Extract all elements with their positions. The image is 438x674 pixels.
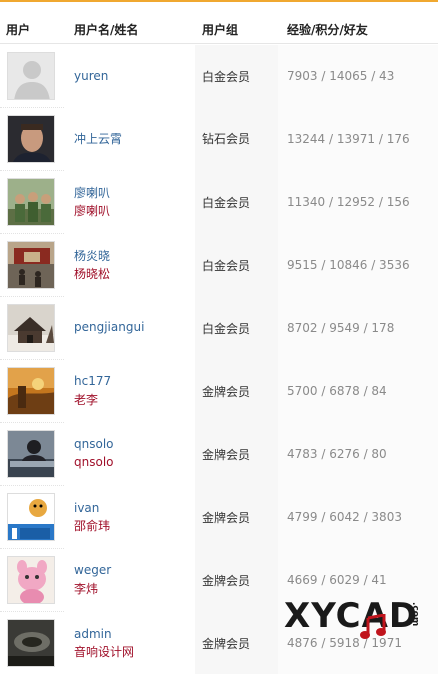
real-name: 李炜	[74, 582, 99, 596]
avatar[interactable]	[7, 241, 55, 289]
real-name: 老李	[74, 393, 99, 407]
real-name: qnsolo	[74, 455, 114, 469]
user-group: 金牌会员	[202, 448, 251, 462]
table-row: yuren 白金会员 7903 / 14065 / 43	[0, 45, 438, 108]
table-row: ivan 邵俞玮 金牌会员 4799 / 6042 / 3803	[0, 486, 438, 549]
header-name: 用户名/姓名	[74, 23, 139, 37]
real-name: 廖喇叭	[74, 204, 111, 218]
avatar[interactable]	[7, 178, 55, 226]
avatar[interactable]	[7, 52, 55, 100]
man-portrait-avatar-icon	[8, 116, 54, 162]
snowy-house-avatar-icon	[8, 305, 54, 351]
user-group: 金牌会员	[202, 574, 251, 588]
real-name: 邵俞玮	[74, 519, 111, 533]
user-stats: 4799 / 6042 / 3803	[287, 510, 402, 524]
table-row: 廖喇叭 廖喇叭 白金会员 11340 / 12952 / 156	[0, 171, 438, 234]
user-group: 白金会员	[202, 259, 251, 273]
user-stats: 7903 / 14065 / 43	[287, 69, 395, 83]
ivan-cartoon-avatar-icon	[8, 494, 54, 540]
user-group: 白金会员	[202, 70, 251, 84]
pink-cartoon-avatar-icon	[8, 557, 54, 603]
user-group: 金牌会员	[202, 637, 251, 651]
username-link[interactable]: ivan	[74, 501, 99, 515]
real-name: 杨晓松	[74, 267, 111, 281]
user-group: 白金会员	[202, 322, 251, 336]
user-stats: 9515 / 10846 / 3536	[287, 258, 410, 272]
avatar[interactable]	[7, 430, 55, 478]
user-stats: 8702 / 9549 / 178	[287, 321, 395, 335]
username-link[interactable]: 杨炎晓	[74, 247, 110, 264]
user-stats: 11340 / 12952 / 156	[287, 195, 410, 209]
table-row: 冲上云霄 钻石会员 13244 / 13971 / 176	[0, 108, 438, 171]
header-user: 用户	[6, 23, 31, 37]
table-row: hc177 老李 金牌会员 5700 / 6878 / 84	[0, 360, 438, 423]
user-stats: 4669 / 6029 / 41	[287, 573, 387, 587]
user-group: 钻石会员	[202, 132, 251, 146]
username-link[interactable]: 廖喇叭	[74, 184, 110, 201]
user-group: 金牌会员	[202, 385, 251, 399]
avatar[interactable]	[7, 304, 55, 352]
username-link[interactable]: admin	[74, 627, 112, 641]
avatar[interactable]	[7, 367, 55, 415]
square-crowd-avatar-icon	[8, 242, 54, 288]
username-link[interactable]: qnsolo	[74, 437, 114, 451]
real-name: 音响设计网	[74, 645, 135, 659]
user-stats: 5700 / 6878 / 84	[287, 384, 387, 398]
username-link[interactable]: 冲上云霄	[74, 130, 122, 147]
username-link[interactable]: hc177	[74, 374, 111, 388]
table-row: 杨炎晓 杨晓松 白金会员 9515 / 10846 / 3536	[0, 234, 438, 297]
avatar[interactable]	[7, 556, 55, 604]
avatar[interactable]	[7, 115, 55, 163]
user-stats: 4783 / 6276 / 80	[287, 447, 387, 461]
user-group: 白金会员	[202, 196, 251, 210]
sunset-landscape-avatar-icon	[8, 368, 54, 414]
table-row: pengjiangui 白金会员 8702 / 9549 / 178	[0, 297, 438, 360]
soldiers-photo-avatar-icon	[8, 179, 54, 225]
default-silhouette-avatar-icon	[8, 53, 54, 99]
avatar[interactable]	[7, 619, 55, 667]
dark-speaker-avatar-icon	[8, 620, 54, 666]
user-group: 金牌会员	[202, 511, 251, 525]
xycad-watermark-logo: XYCAD .com	[282, 592, 438, 642]
username-link[interactable]: weger	[74, 563, 111, 577]
music-note-icon	[360, 614, 386, 639]
username-link[interactable]: pengjiangui	[74, 320, 144, 334]
user-stats: 13244 / 13971 / 176	[287, 132, 410, 146]
watermark-suffix: .com	[410, 602, 420, 627]
table-row: qnsolo qnsolo 金牌会员 4783 / 6276 / 80	[0, 423, 438, 486]
avatar[interactable]	[7, 493, 55, 541]
studio-person-avatar-icon	[8, 431, 54, 477]
watermark-text: XYCAD	[284, 596, 419, 636]
table-header: 用户 用户名/姓名 用户组 经验/积分/好友	[0, 2, 438, 44]
header-stats: 经验/积分/好友	[287, 23, 368, 37]
header-group: 用户组	[202, 23, 239, 37]
username-link[interactable]: yuren	[74, 69, 108, 83]
